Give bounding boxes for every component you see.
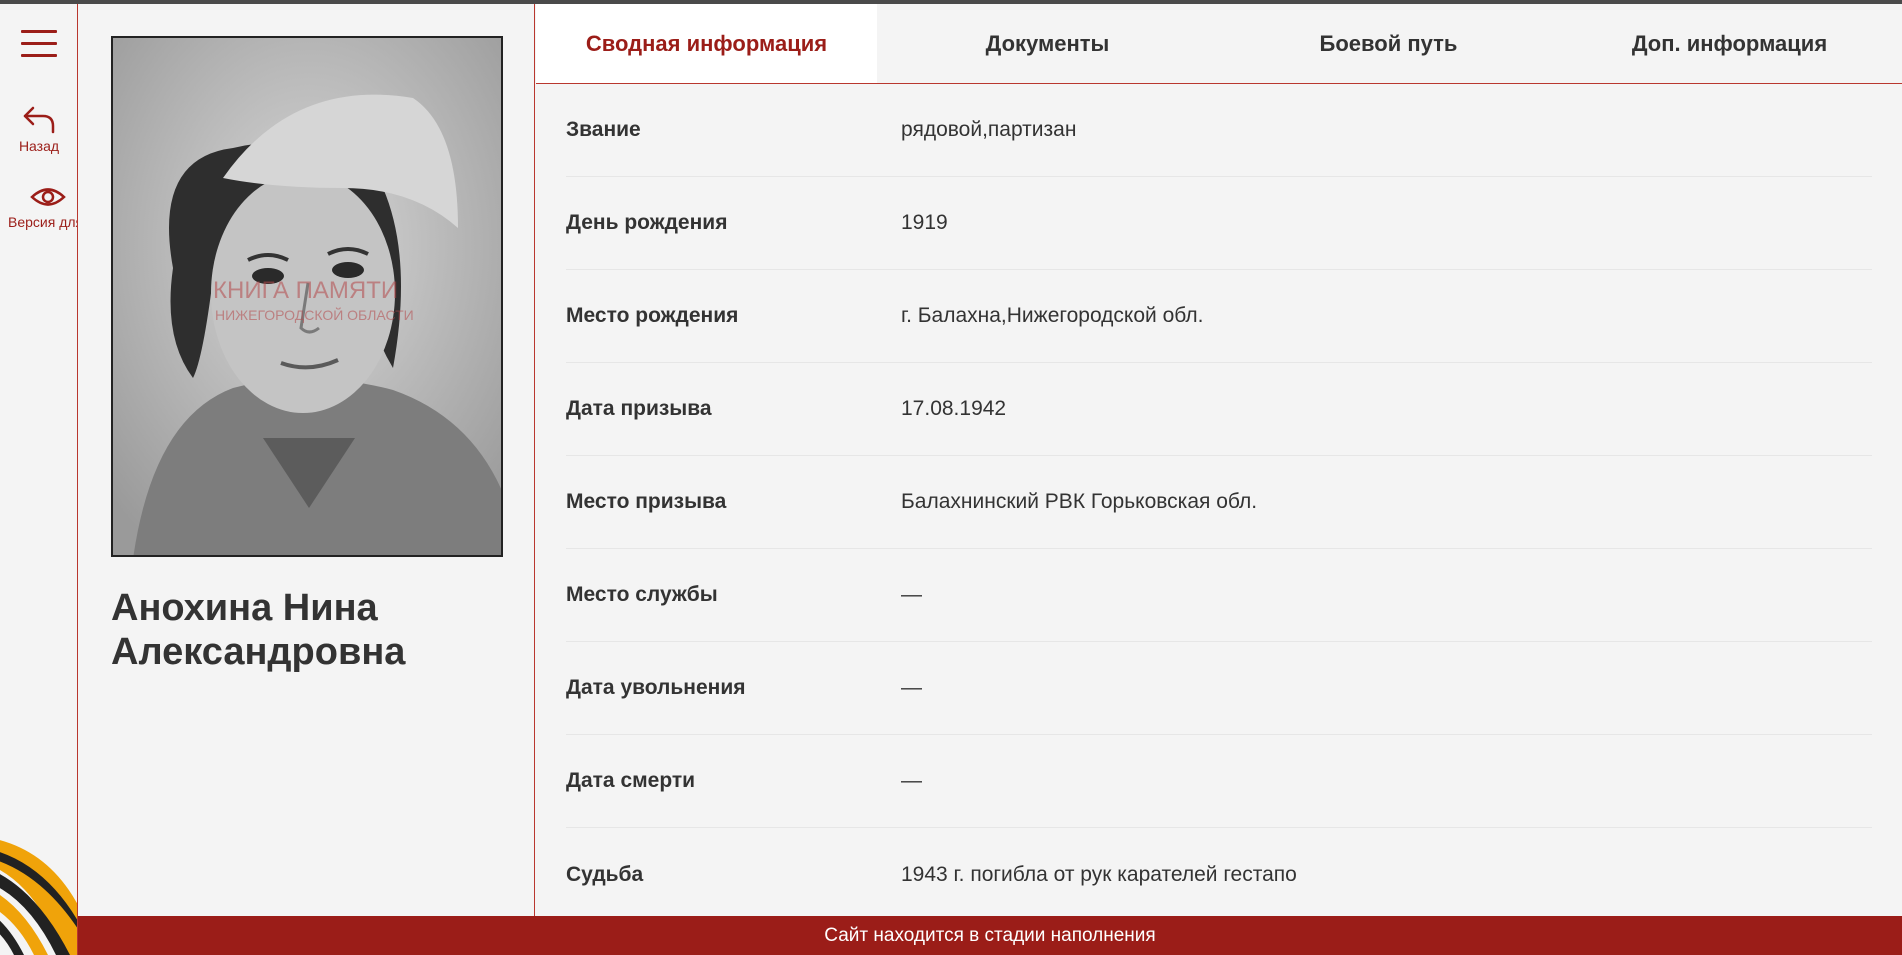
- row-value: г. Балахна,Нижегородской обл.: [901, 304, 1204, 327]
- row-service-place: Место службы —: [566, 549, 1872, 642]
- accessibility-version-label: Версия для слабовидящих: [8, 214, 77, 230]
- row-fate: Судьба 1943 г. погибла от рук карателей …: [566, 828, 1872, 921]
- row-label: День рождения: [566, 211, 728, 234]
- row-conscription-date: Дата призыва 17.08.1942: [566, 363, 1872, 456]
- row-label: Звание: [566, 118, 641, 141]
- sidebar: Назад Версия для слабовидящих: [0, 4, 78, 955]
- row-value: —: [901, 583, 922, 606]
- row-label: Судьба: [566, 862, 644, 886]
- back-button[interactable]: Назад: [0, 104, 77, 154]
- tab-summary[interactable]: Сводная информация: [536, 4, 877, 83]
- summary-table: Звание рядовой,партизан День рождения 19…: [566, 84, 1872, 921]
- row-label: Дата призыва: [566, 397, 712, 420]
- row-label: Место рождения: [566, 304, 739, 327]
- row-value: Балахнинский РВК Горьковская обл.: [901, 490, 1258, 513]
- row-conscription-place: Место призыва Балахнинский РВК Горьковск…: [566, 456, 1872, 549]
- menu-icon[interactable]: [21, 30, 57, 58]
- row-label: Дата смерти: [566, 769, 696, 792]
- row-label: Место призыва: [566, 490, 727, 513]
- tab-bar: Сводная информация Документы Боевой путь…: [536, 4, 1902, 84]
- status-banner: Сайт находится в стадии наполнения: [78, 916, 1902, 955]
- row-birth-date: День рождения 1919: [566, 177, 1872, 270]
- row-discharge-date: Дата увольнения —: [566, 642, 1872, 735]
- photo-watermark-subtitle: НИЖЕГОРОДСКОЙ ОБЛАСТИ: [215, 306, 414, 323]
- row-label: Место службы: [566, 583, 718, 606]
- person-panel: КНИГА ПАМЯТИ НИЖЕГОРОДСКОЙ ОБЛАСТИ Анохи…: [79, 4, 535, 916]
- row-value: —: [901, 769, 922, 792]
- back-arrow-icon: [23, 106, 55, 134]
- tab-combat-path[interactable]: Боевой путь: [1218, 4, 1559, 83]
- tab-documents[interactable]: Документы: [877, 4, 1218, 83]
- row-value: —: [901, 676, 922, 699]
- person-photo: КНИГА ПАМЯТИ НИЖЕГОРОДСКОЙ ОБЛАСТИ: [111, 36, 503, 557]
- person-name: Анохина Нина Александровна: [111, 587, 406, 673]
- back-label: Назад: [18, 138, 60, 154]
- row-death-date: Дата смерти —: [566, 735, 1872, 828]
- row-birth-place: Место рождения г. Балахна,Нижегородской …: [566, 270, 1872, 363]
- photo-watermark: КНИГА ПАМЯТИ: [213, 277, 398, 304]
- row-value: 17.08.1942: [901, 397, 1007, 420]
- row-value: 1919: [901, 211, 948, 234]
- st-george-ribbon-icon: [0, 840, 77, 955]
- eye-icon: [30, 188, 66, 206]
- row-value: рядовой,партизан: [901, 118, 1077, 141]
- tab-additional-info[interactable]: Доп. информация: [1559, 4, 1900, 83]
- row-label: Дата увольнения: [566, 676, 746, 699]
- row-value: 1943 г. погибла от рук карателей гестапо: [901, 862, 1297, 886]
- accessibility-version-button[interactable]: Версия для слабовидящих: [8, 184, 77, 230]
- row-rank: Звание рядовой,партизан: [566, 84, 1872, 177]
